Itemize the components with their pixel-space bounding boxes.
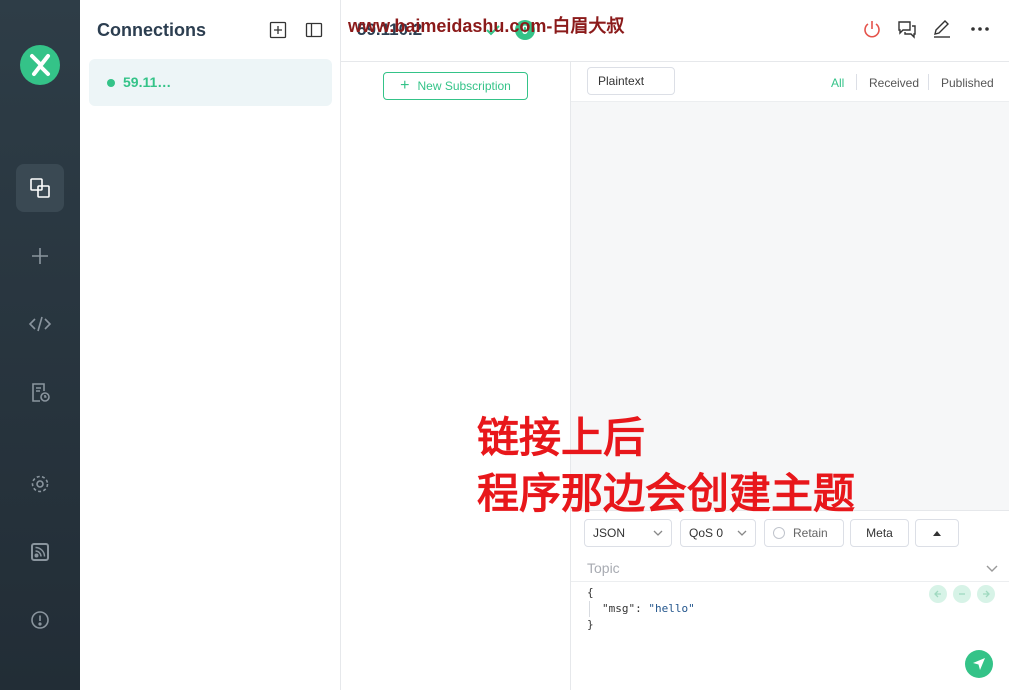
more-icon[interactable]	[969, 18, 991, 40]
topic-placeholder: Topic	[587, 560, 620, 576]
arrow-left-icon[interactable]	[929, 585, 947, 603]
payload-format-value: Plaintext	[598, 74, 645, 88]
annotation-line-2: 程序那边会创建主题	[477, 470, 856, 517]
send-icon	[973, 658, 985, 670]
connections-title: Connections	[97, 20, 207, 40]
send-button[interactable]	[965, 650, 993, 678]
publish-area: JSON QoS 0 Retain Meta Topic { "msg": "h…	[571, 510, 1009, 690]
minus-icon[interactable]	[953, 585, 971, 603]
payload-colon: :	[635, 602, 649, 615]
divider	[571, 581, 1009, 582]
chevron-down-icon	[737, 530, 747, 536]
history-nav	[929, 585, 995, 603]
chevron-down-icon	[653, 530, 663, 536]
edit-icon[interactable]	[931, 18, 953, 40]
expand-button[interactable]	[915, 519, 959, 547]
retain-checkbox[interactable]: Retain	[764, 519, 844, 547]
sidebar-rail	[0, 0, 80, 690]
mqttx-logo	[20, 45, 60, 85]
connection-status-dot	[107, 79, 115, 87]
gear-icon[interactable]	[16, 460, 64, 508]
payload-close-brace: }	[587, 618, 594, 631]
qos-value: QoS 0	[689, 526, 724, 540]
new-subscription-label: New Subscription	[417, 79, 511, 93]
new-connection-icon[interactable]	[268, 20, 288, 40]
filter-divider	[856, 74, 857, 90]
new-subscription-button[interactable]: + New Subscription	[383, 72, 528, 100]
radio-icon	[773, 527, 785, 539]
payload-editor[interactable]: { "msg": "hello" }	[587, 585, 695, 633]
rss-icon[interactable]	[16, 528, 64, 576]
messages-toolbar: Plaintext All Received Published	[571, 62, 1009, 102]
connection-header: 59.110.2 0 www.baimeidashu.com-白眉大叔	[341, 0, 1009, 62]
payload-key: "msg"	[602, 602, 636, 615]
qos-select[interactable]: QoS 0	[680, 519, 756, 547]
power-icon[interactable]	[861, 18, 883, 40]
connection-item[interactable]: 59.11…	[89, 59, 332, 106]
annotation-overlay: 链接上后 程序那边会创建主题	[477, 410, 855, 522]
log-icon[interactable]	[16, 368, 64, 416]
payload-value: "hello"	[648, 602, 695, 615]
filter-all[interactable]: All	[831, 76, 844, 90]
payload-line: "msg": "hello"	[589, 601, 695, 617]
watermark-text: www.baimeidashu.com-白眉大叔	[348, 16, 625, 36]
connections-icon[interactable]	[16, 164, 64, 212]
plus-icon[interactable]	[16, 232, 64, 280]
chevron-down-icon	[986, 565, 998, 572]
topic-input[interactable]: Topic	[587, 555, 999, 581]
chat-icon[interactable]	[896, 18, 918, 40]
annotation-line-1: 链接上后	[477, 414, 646, 461]
caret-up-icon	[933, 531, 941, 536]
subscriptions-panel: + New Subscription	[341, 62, 571, 690]
payload-format-select[interactable]: Plaintext	[587, 67, 675, 95]
connection-name: 59.11…	[123, 74, 172, 90]
app-window: Connections 59.11… 59.110.2 0 www.baimei…	[0, 0, 1009, 690]
payload-open-brace: {	[587, 586, 594, 599]
meta-label: Meta	[866, 526, 893, 540]
filter-divider	[928, 74, 929, 90]
code-icon[interactable]	[16, 300, 64, 348]
publish-format-value: JSON	[593, 526, 626, 540]
toggle-panel-icon[interactable]	[304, 20, 324, 40]
plus-icon: +	[400, 77, 410, 94]
filter-received[interactable]: Received	[869, 76, 919, 90]
retain-label: Retain	[793, 526, 828, 540]
meta-button[interactable]: Meta	[850, 519, 909, 547]
arrow-right-icon[interactable]	[977, 585, 995, 603]
connections-panel: Connections 59.11…	[80, 0, 341, 690]
info-icon[interactable]	[16, 596, 64, 644]
publish-format-select[interactable]: JSON	[584, 519, 672, 547]
filter-published[interactable]: Published	[941, 76, 994, 90]
